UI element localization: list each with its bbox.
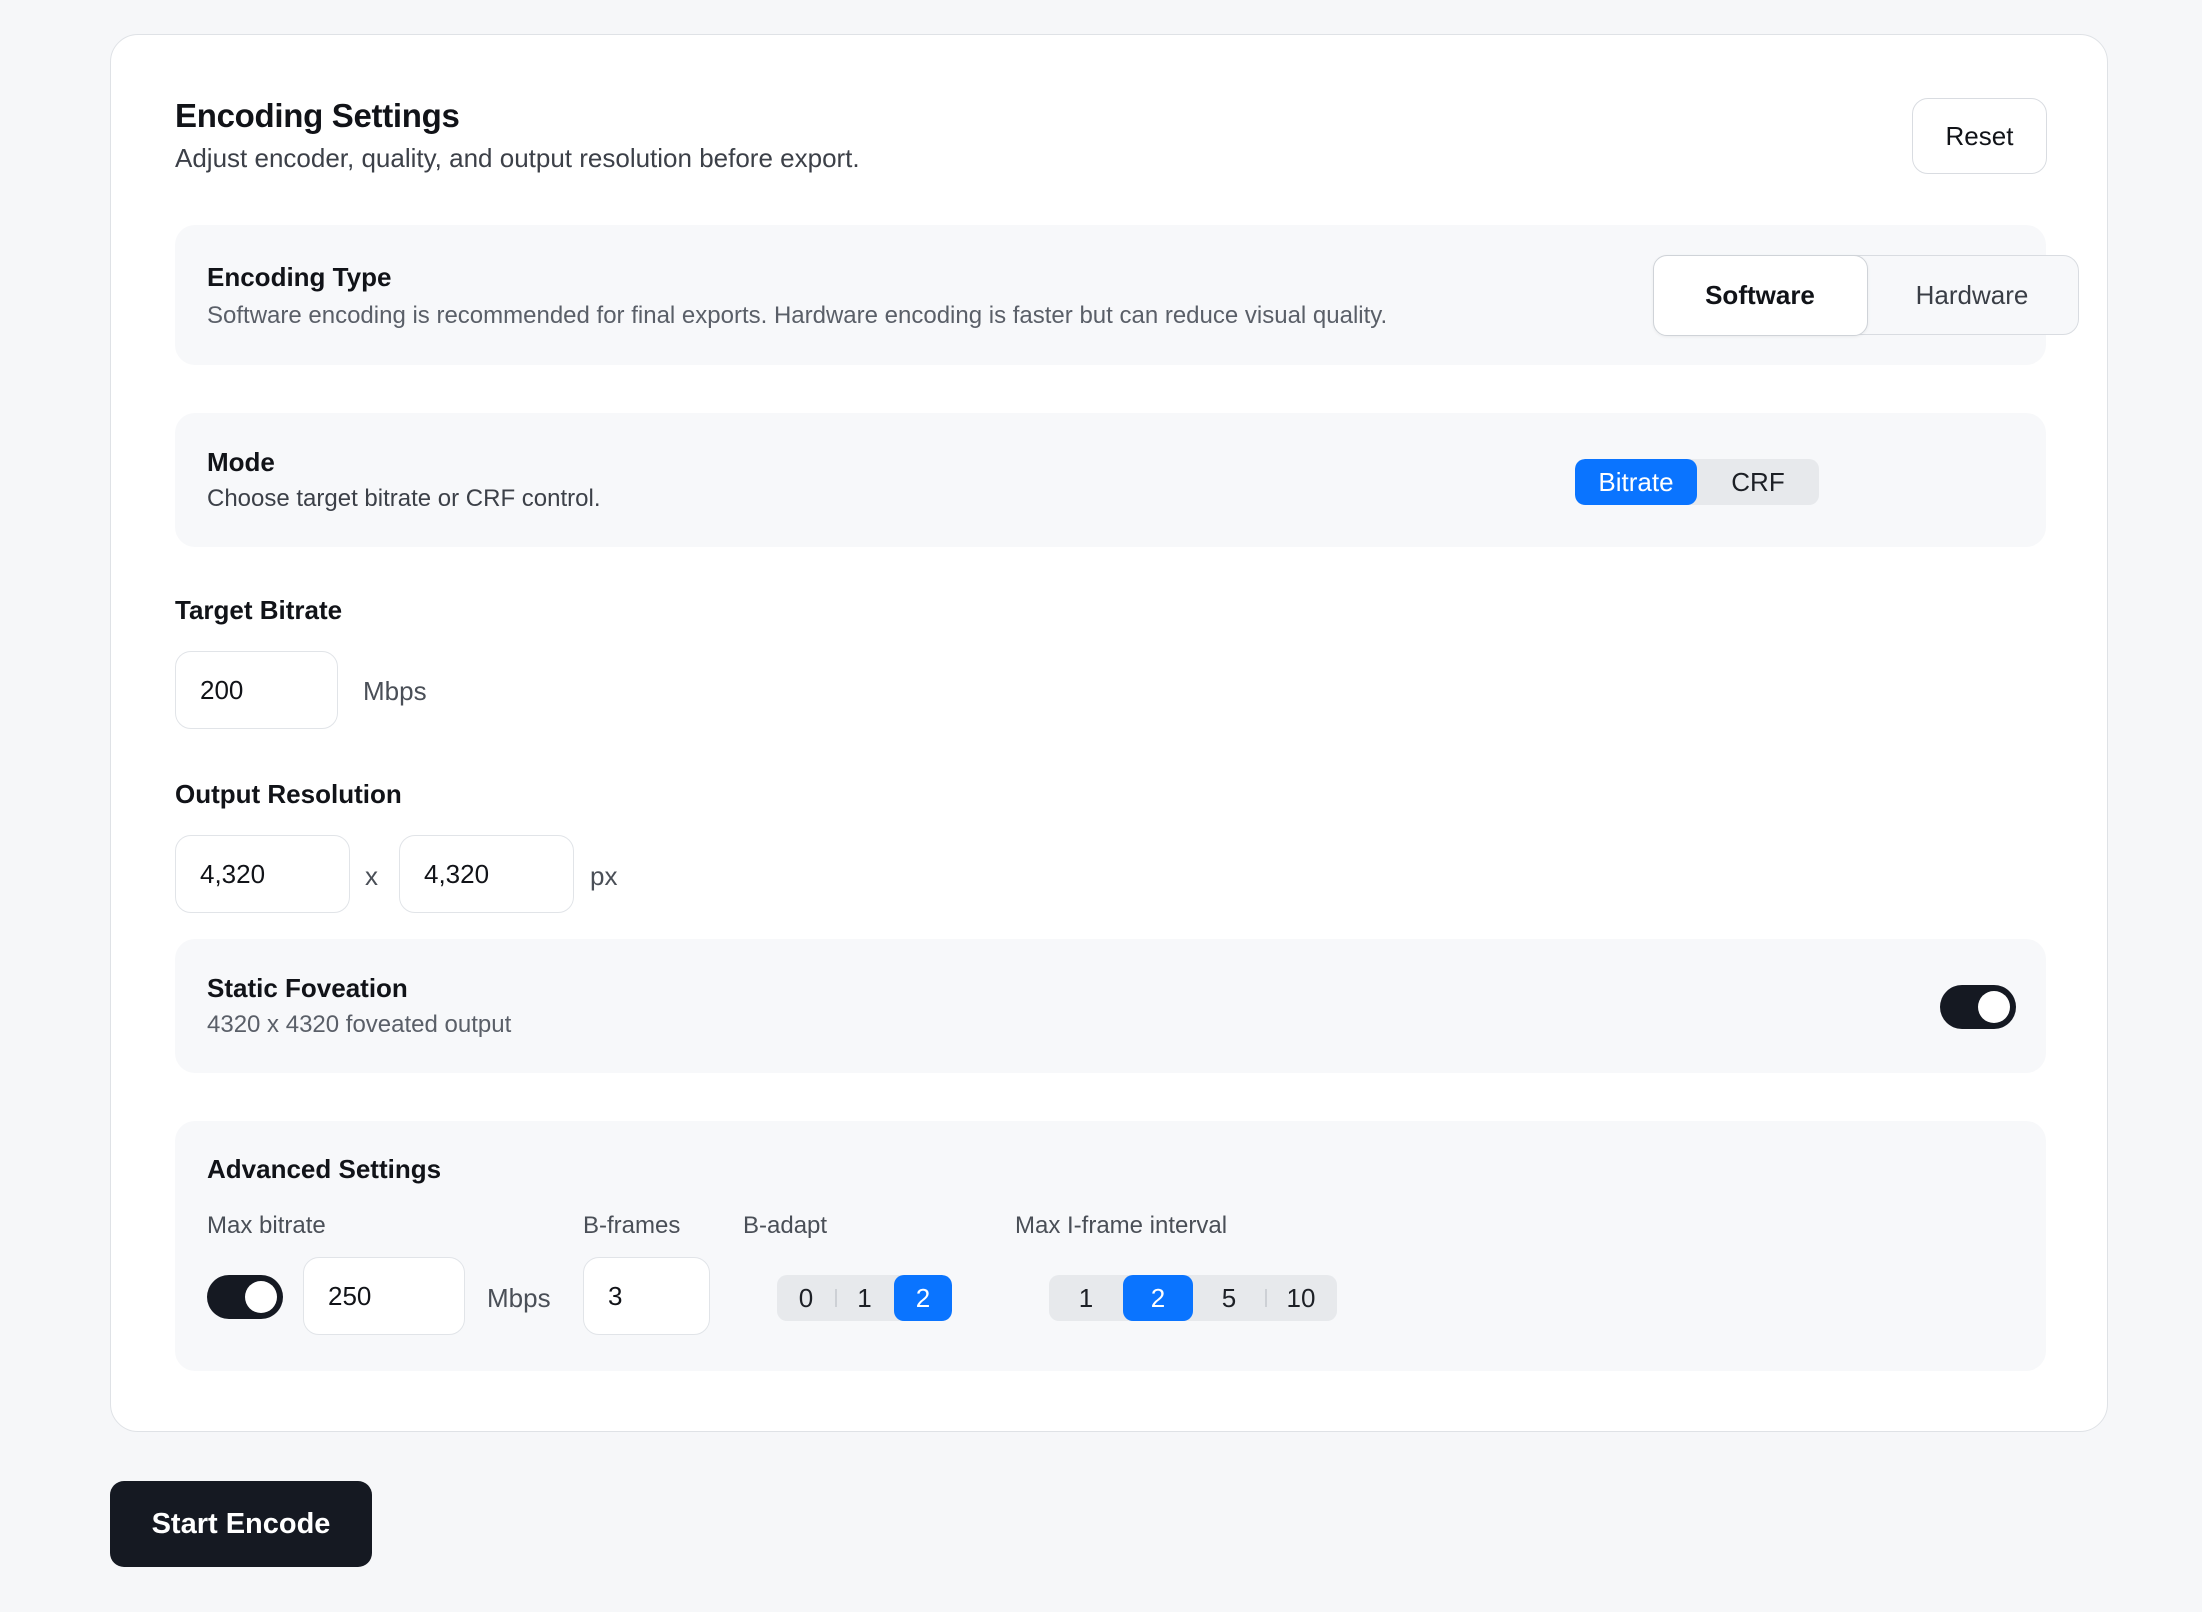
start-encode-button[interactable]: Start Encode <box>110 1481 372 1567</box>
target-bitrate-input[interactable]: 200 <box>175 651 338 729</box>
encoding-type-description: Software encoding is recommended for fin… <box>207 302 1388 329</box>
max-bitrate-label: Max bitrate <box>207 1212 326 1239</box>
b-adapt-segmented: 0 1 2 <box>777 1275 952 1321</box>
mode-title: Mode <box>207 447 275 477</box>
b-adapt-label: B-adapt <box>743 1212 828 1239</box>
b-adapt-option-1[interactable]: 1 <box>835 1275 894 1321</box>
output-resolution-label: Output Resolution <box>175 779 402 809</box>
resolution-height-input[interactable]: 4,320 <box>399 835 574 913</box>
max-iframe-option-2[interactable]: 2 <box>1123 1275 1193 1321</box>
toggle-knob <box>245 1281 277 1313</box>
max-iframe-option-10[interactable]: 10 <box>1265 1275 1337 1321</box>
static-foveation-toggle[interactable] <box>1940 985 2016 1029</box>
target-bitrate-label: Target Bitrate <box>175 595 343 625</box>
max-iframe-interval-label: Max I-frame interval <box>1015 1212 1228 1239</box>
max-bitrate-toggle[interactable] <box>207 1275 283 1319</box>
b-adapt-option-0[interactable]: 0 <box>777 1275 835 1321</box>
mode-option-crf[interactable]: CRF <box>1697 459 1819 505</box>
mode-description: Choose target bitrate or CRF control. <box>207 485 601 512</box>
resolution-width-input[interactable]: 4,320 <box>175 835 350 913</box>
toggle-knob <box>1978 991 2010 1023</box>
b-frames-label: B-frames <box>583 1212 681 1239</box>
max-iframe-option-5[interactable]: 5 <box>1193 1275 1265 1321</box>
encoding-type-section: Encoding Type Software encoding is recom… <box>175 225 2079 365</box>
encoding-settings-card: Encoding Settings Adjust encoder, qualit… <box>110 34 2108 1432</box>
reset-button[interactable]: Reset <box>1912 98 2047 174</box>
b-adapt-option-2[interactable]: 2 <box>894 1275 952 1321</box>
advanced-settings-title: Advanced Settings <box>207 1154 442 1184</box>
static-foveation-title: Static Foveation <box>207 973 408 1003</box>
encoding-type-option-hardware[interactable]: Hardware <box>1866 256 2078 334</box>
encoding-type-option-software[interactable]: Software <box>1652 254 1868 336</box>
b-frames-input[interactable]: 3 <box>583 1257 710 1335</box>
max-bitrate-unit: Mbps <box>487 1283 551 1313</box>
target-bitrate-unit: Mbps <box>363 676 427 706</box>
mode-option-bitrate[interactable]: Bitrate <box>1575 459 1697 505</box>
mode-section: Mode Choose target bitrate or CRF contro… <box>175 413 2046 547</box>
page-subtitle: Adjust encoder, quality, and output reso… <box>175 143 860 173</box>
resolution-unit: px <box>590 861 618 891</box>
static-foveation-section: Static Foveation 4320 x 4320 foveated ou… <box>175 939 2046 1073</box>
encoding-type-segmented: Software Hardware <box>1652 254 2079 336</box>
advanced-settings-section: Advanced Settings Max bitrate 250 Mbps B… <box>175 1121 2046 1371</box>
encoding-type-title: Encoding Type <box>207 262 392 292</box>
max-bitrate-input[interactable]: 250 <box>303 1257 465 1335</box>
mode-segmented: Bitrate CRF <box>1575 459 1819 505</box>
resolution-separator: x <box>365 861 378 891</box>
max-iframe-option-1[interactable]: 1 <box>1049 1275 1123 1321</box>
page-title: Encoding Settings <box>175 97 460 134</box>
static-foveation-description: 4320 x 4320 foveated output <box>207 1011 512 1038</box>
max-iframe-interval-segmented: 1 2 5 10 <box>1049 1275 1337 1321</box>
